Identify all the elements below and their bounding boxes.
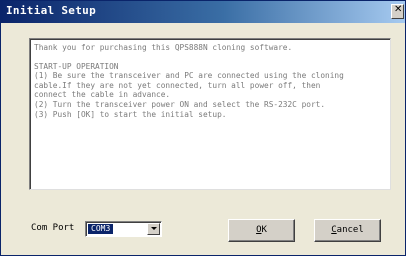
ok-label-rest: K [261, 225, 267, 235]
com-port-selected-value: COM3 [88, 224, 114, 234]
com-port-label: Com Port [31, 223, 75, 233]
close-button[interactable]: ✕ [391, 4, 404, 19]
startup-heading: START-UP OPERATION [34, 61, 119, 71]
close-icon: ✕ [394, 4, 403, 15]
thank-you-text: Thank you for purchasing this QPS888N cl… [34, 43, 293, 52]
step1-text: (1) Be sure the transceiver and PC are c… [34, 71, 344, 81]
step2-text: (2) Turn the transceiver power ON and se… [34, 99, 326, 109]
ok-button[interactable]: OK [228, 219, 295, 242]
instructions-textbox[interactable]: Thank you for purchasing this QPS888N cl… [29, 38, 391, 190]
cancel-label-rest: ancel [336, 225, 364, 235]
dropdown-button[interactable] [147, 223, 160, 235]
cancel-button[interactable]: Cancel [314, 219, 381, 242]
step3-text: (3) Push [OK] to start the initial setup… [34, 109, 227, 119]
chevron-down-icon [151, 227, 157, 230]
com-port-select[interactable]: COM3 [85, 221, 162, 237]
title-bar[interactable]: Initial Setup ✕ [1, 1, 405, 23]
step1-text-cont: cable.If they are not yet connected, tur… [34, 80, 321, 90]
step1-text-cont2: connect the cable in advance. [34, 90, 171, 100]
window-title: Initial Setup [6, 4, 96, 17]
initial-setup-dialog: Initial Setup ✕ Thank you for purchasing… [0, 0, 406, 256]
